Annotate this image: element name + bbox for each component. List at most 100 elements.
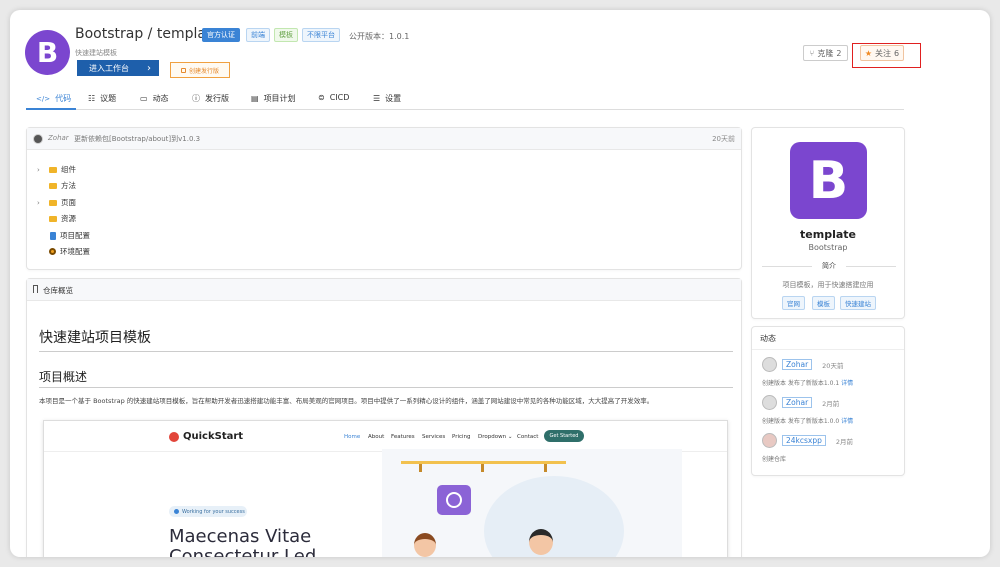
tab-cicd[interactable]: ⊜ CICD — [318, 93, 349, 102]
activity-divider — [752, 349, 904, 350]
activity-icon: ▭ — [140, 94, 148, 103]
tree-item-components[interactable]: › 组件 — [37, 164, 76, 175]
repo-org[interactable]: Bootstrap — [752, 243, 904, 252]
tab-plan[interactable]: ▤ 项目计划 — [251, 93, 296, 104]
preview-nav-services: Services — [422, 434, 446, 440]
activity-desc: 创建版本 发布了新版本1.0.1 详情 — [762, 378, 853, 387]
person-right-illustration — [529, 529, 553, 555]
folder-icon — [49, 199, 57, 206]
tab-code[interactable]: </> 代码 — [36, 93, 71, 104]
readme-heading: 快速建站项目模板 — [39, 330, 151, 346]
preview-nav-dropdown: Dropdown ⌄ — [478, 434, 513, 440]
globe-icon — [437, 485, 471, 515]
repo-subtitle: 快速建站模板 — [75, 49, 117, 57]
activity-desc: 创建仓库 — [762, 454, 786, 463]
avatar[interactable] — [762, 395, 777, 410]
commit-message[interactable]: 更新依赖包[Bootstrap/about]到v1.0.3 — [74, 134, 200, 144]
enter-workbench-button[interactable]: 进入工作台 › — [77, 60, 159, 76]
tree-item-label: 方法 — [61, 181, 76, 190]
tab-activity[interactable]: ▭ 动态 — [140, 93, 169, 104]
activity-user[interactable]: Zohar — [782, 359, 813, 370]
follow-highlight-box — [852, 43, 921, 68]
chevron-right-icon[interactable]: › — [37, 199, 45, 207]
folder-icon — [49, 166, 57, 173]
repo-big-logo-letter: B — [808, 150, 849, 211]
preview-hero-line2: Consectetur Led — [169, 546, 317, 558]
readme-panel: 仓库概览 快速建站项目模板 项目概述 本项目是一个基于 Bootstrap 的快… — [26, 278, 742, 557]
tab-activity-label: 动态 — [152, 94, 169, 103]
preview-nav-contact: Contact — [517, 434, 539, 440]
create-release-button[interactable]: 创建发行版 — [170, 62, 230, 78]
repo-logo-letter: B — [36, 36, 59, 69]
tree-item-project-config[interactable]: 项目配置 — [37, 230, 90, 241]
tree-item-env-config[interactable]: 环境配置 — [37, 246, 90, 257]
intro-text: 项目模板，用于快速搭建应用 — [782, 281, 874, 289]
tab-settings-label: 设置 — [385, 94, 402, 103]
person-left-illustration — [414, 533, 436, 557]
file-tree-panel: Zohar 更新依赖包[Bootstrap/about]到v1.0.3 20天前… — [26, 127, 742, 270]
activity-panel: 动态 Zohar 20天前 创建版本 发布了新版本1.0.1 详情 Zohar … — [751, 326, 905, 476]
activity-user[interactable]: 24kcsxpp — [782, 435, 826, 446]
divider-line — [846, 266, 896, 267]
side-tag-website[interactable]: 官网 — [782, 296, 805, 310]
public-version: 公开版本：1.0.1 — [349, 32, 410, 41]
repo-tabs: </> 代码 ☷ 议题 ▭ 动态 ⓘ 发行版 ▤ 项目计划 ⊜ CICD ☰ 设… — [26, 88, 904, 110]
intro-divider: 简介 — [762, 261, 896, 271]
heading-divider — [39, 351, 733, 352]
side-tag-quick-build[interactable]: 快速建站 — [840, 296, 876, 310]
config-icon — [49, 248, 56, 255]
app-window: B Bootstrap / template 官方认证 前端 模板 不限平台 公… — [10, 10, 990, 557]
preview-pill-label: Working for your success — [182, 508, 245, 515]
tab-releases-label: 发行版 — [205, 94, 229, 103]
repo-title[interactable]: Bootstrap / template — [75, 26, 220, 42]
fork-button[interactable]: ⑂ 克隆 2 — [803, 45, 848, 61]
preview-nav-about: About — [368, 434, 385, 440]
issues-icon: ☷ — [88, 94, 96, 103]
preview-pill-icon — [174, 509, 179, 514]
preview-nav-pricing: Pricing — [452, 434, 471, 440]
activity-desc-text: 创建版本 发布了新版本1.0.1 — [762, 380, 840, 387]
commit-time: 20天前 — [712, 135, 735, 143]
tree-item-label: 页面 — [61, 198, 76, 207]
tree-item-pages[interactable]: › 页面 — [37, 197, 76, 208]
settings-icon: ☰ — [373, 94, 381, 103]
readme-header: 仓库概览 — [27, 279, 741, 301]
commit-author[interactable]: Zohar — [48, 134, 69, 142]
side-tag-template[interactable]: 模板 — [812, 296, 835, 310]
bookmark-icon — [33, 285, 38, 293]
folder-icon — [49, 182, 57, 189]
activity-item: Zohar 20天前 — [762, 357, 843, 372]
activity-time: 20天前 — [822, 361, 844, 370]
preview-hero-title: Maecenas Vitae Consectetur Led — [169, 526, 317, 558]
chevron-right-icon[interactable]: › — [37, 166, 45, 174]
avatar[interactable] — [762, 433, 777, 448]
subheading-divider — [39, 387, 733, 388]
chevron-right-icon: › — [147, 62, 151, 74]
tree-item-resources[interactable]: 资源 — [37, 213, 76, 224]
tab-code-label: 代码 — [55, 94, 72, 103]
activity-detail-link[interactable]: 详情 — [841, 418, 853, 425]
tab-issues[interactable]: ☷ 议题 — [88, 93, 116, 104]
activity-item: 24kcsxpp 2月前 — [762, 433, 853, 448]
readme-header-label: 仓库概览 — [43, 286, 73, 295]
code-icon: </> — [36, 94, 51, 103]
tree-item-label: 组件 — [61, 165, 76, 174]
tree-item-label: 资源 — [61, 214, 76, 223]
preview-illustration-hanger — [481, 464, 484, 472]
tab-releases[interactable]: ⓘ 发行版 — [192, 93, 229, 104]
enter-workbench-label: 进入工作台 — [89, 63, 129, 73]
preview-hero-line1: Maecenas Vitae — [169, 526, 312, 547]
release-tab-icon: ⓘ — [192, 94, 200, 103]
repo-name: template — [800, 228, 856, 241]
preview-illustration-hanger — [544, 464, 547, 472]
tree-item-methods[interactable]: 方法 — [37, 180, 76, 191]
tab-settings[interactable]: ☰ 设置 — [373, 93, 401, 104]
avatar[interactable] — [762, 357, 777, 372]
folder-icon — [49, 215, 57, 222]
activity-user[interactable]: Zohar — [782, 397, 813, 408]
quickstart-logo-icon — [169, 431, 179, 442]
tab-plan-label: 项目计划 — [263, 94, 296, 103]
activity-detail-link[interactable]: 详情 — [841, 380, 853, 387]
fork-label: 克隆 — [817, 48, 834, 58]
fork-icon: ⑂ — [809, 48, 815, 58]
